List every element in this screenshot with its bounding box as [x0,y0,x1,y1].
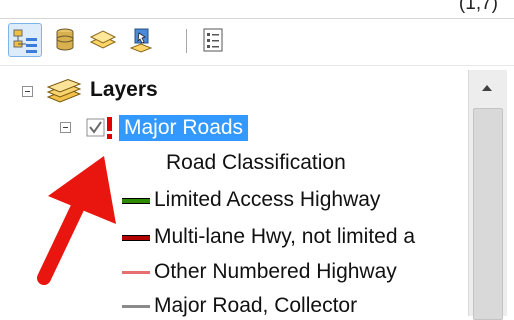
major-road-swatch [122,305,150,308]
cropped-text-fragment: (1,7) [458,0,498,14]
options-button[interactable] [196,23,230,57]
limited-access-swatch [122,198,150,204]
collapse-major-roads-toggle[interactable] [60,122,71,133]
list-by-selection-button[interactable] [124,23,158,57]
list-by-source-button[interactable] [48,23,82,57]
options-icon [203,28,223,52]
other-numbered-swatch [122,271,150,274]
scroll-up-arrow-icon [482,85,492,91]
legend-item-label: Limited Access Highway [154,188,381,211]
list-by-selection-icon [129,28,153,53]
legend-item-label: Other Numbered Highway [154,260,397,283]
list-by-visibility-icon [89,30,117,49]
layers-icon [46,79,82,103]
list-by-drawing-order-button[interactable] [8,23,42,57]
window-top-edge: (1,7) [0,0,514,19]
red-annotation-arrow [37,156,116,285]
toolbar-divider [0,65,514,66]
legend-item-label: Major Road, Collector [154,294,358,317]
list-by-visibility-button[interactable] [86,23,120,57]
list-by-source-icon [56,28,74,51]
legend-item-label: Multi-lane Hwy, not limited a [154,225,416,248]
legend-field-heading: Road Classification [166,151,346,174]
visibility-checkbox[interactable] [86,116,116,140]
toolbar-separator [186,29,187,53]
scroll-thumb[interactable] [473,108,503,320]
layers-root-label[interactable]: Layers [90,77,158,103]
multi-lane-swatch [122,235,150,241]
collapse-layers-toggle[interactable] [22,86,33,97]
vertical-scrollbar[interactable] [468,70,507,320]
toc-toolbar [0,19,514,63]
list-by-drawing-order-icon [13,29,37,53]
major-roads-layer-label[interactable]: Major Roads [119,115,249,141]
scroll-up-button[interactable] [469,70,507,104]
